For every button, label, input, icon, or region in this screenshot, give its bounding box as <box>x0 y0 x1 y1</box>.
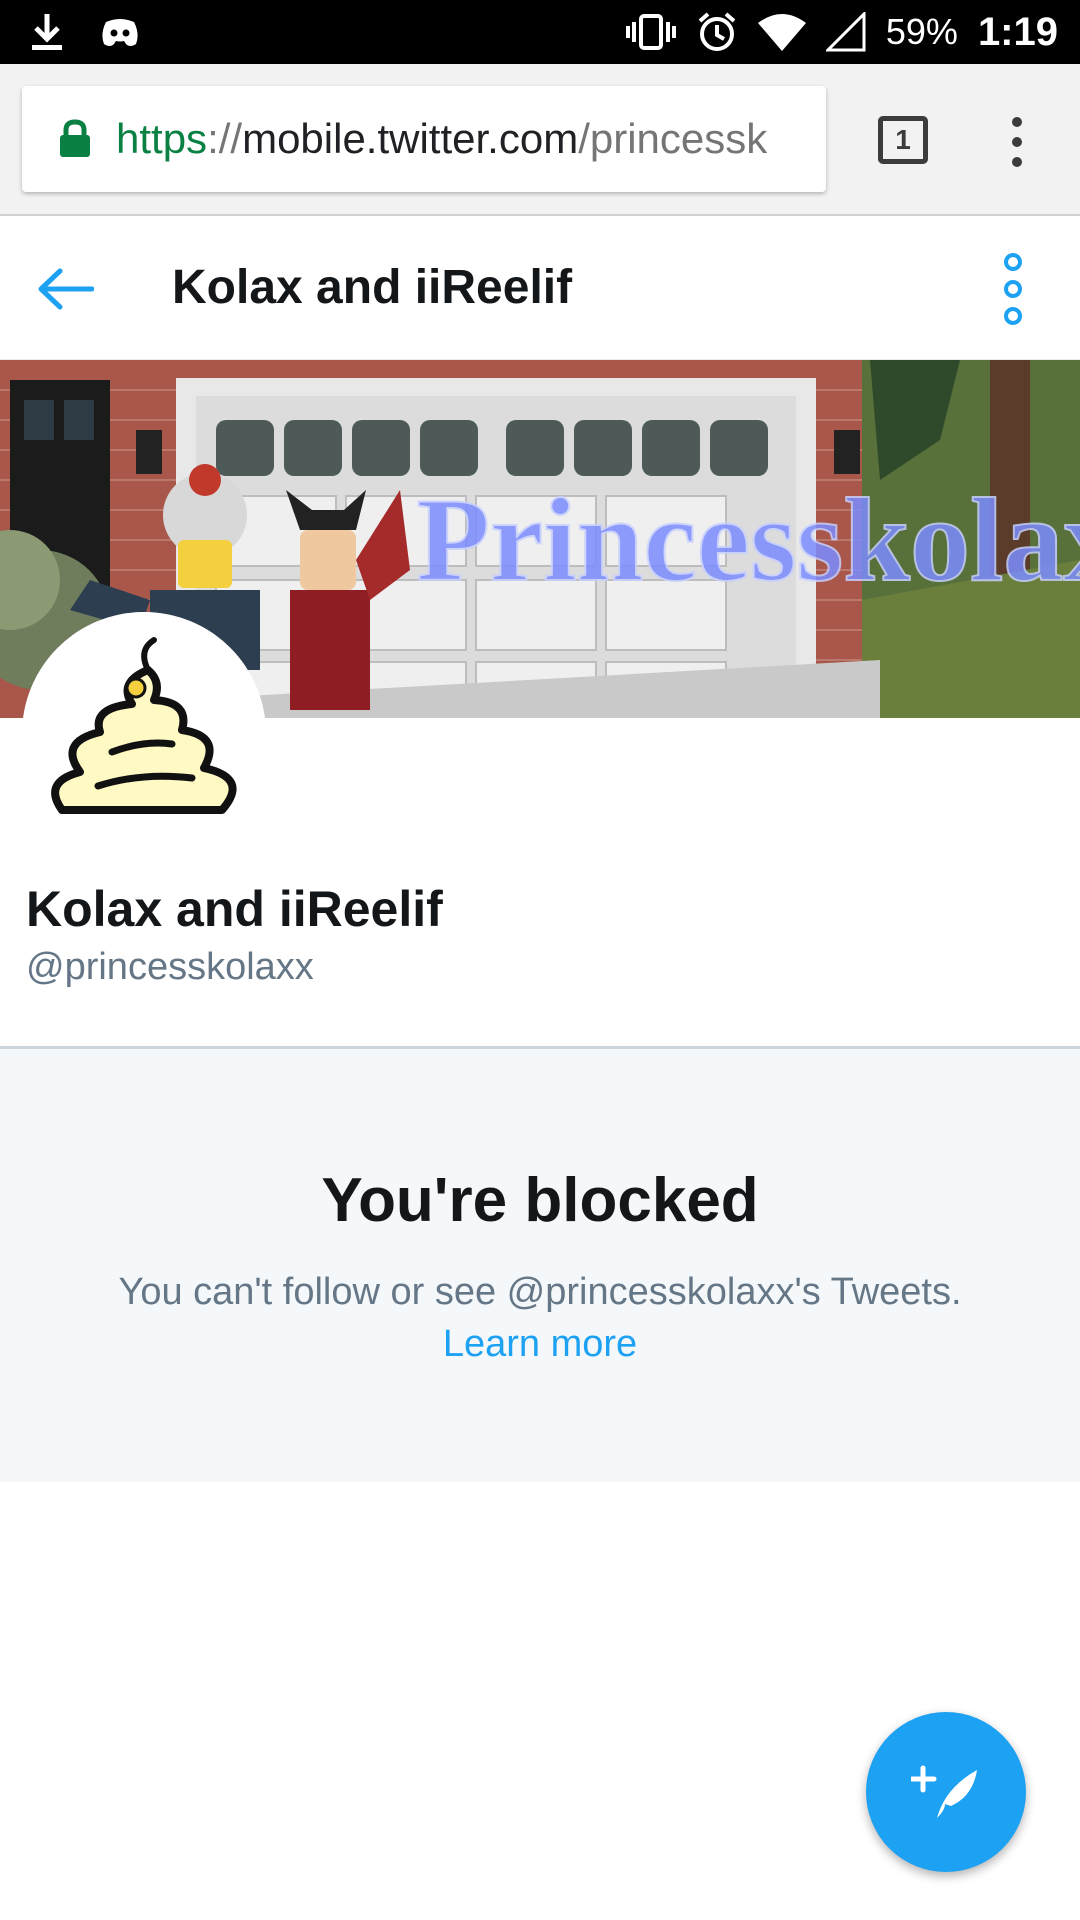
vibrate-icon <box>625 14 676 50</box>
clock: 1:19 <box>977 9 1058 54</box>
signal-icon <box>825 12 866 52</box>
avatar-image <box>22 612 266 856</box>
header-title: Kolax and iiReelif <box>172 261 573 314</box>
avatar[interactable] <box>22 612 266 856</box>
profile-header-bar: Kolax and iiReelif <box>0 218 1080 360</box>
url-separator: :// <box>207 115 243 162</box>
url-scheme: https <box>116 115 208 162</box>
tab-count: 1 <box>895 124 911 155</box>
blocked-message: You can't follow or see @princesskolaxx'… <box>118 1271 962 1313</box>
url-path: /princessk <box>578 115 768 162</box>
compose-icon <box>911 1765 977 1818</box>
wifi-icon <box>757 14 806 51</box>
blocked-title: You're blocked <box>321 1166 759 1235</box>
profile-name: Kolax and iiReelif <box>26 881 443 937</box>
back-button[interactable] <box>30 254 100 324</box>
download-icon <box>32 14 62 50</box>
profile-handle: @princesskolaxx <box>26 946 314 988</box>
more-options-icon[interactable] <box>990 252 1036 326</box>
compose-tweet-button[interactable] <box>866 1712 1026 1872</box>
battery-percent: 59% <box>885 11 958 52</box>
blocked-notice: You're blocked You can't follow or see @… <box>0 1049 1080 1482</box>
url-text: https://mobile.twitter.com/princessk <box>116 115 767 163</box>
address-bar[interactable]: https://mobile.twitter.com/princessk <box>22 86 826 192</box>
arrow-left-icon <box>38 268 94 310</box>
banner-overlay-text: Princesskolax <box>417 473 1080 606</box>
browser-menu-icon[interactable] <box>1000 116 1034 168</box>
learn-more-link[interactable]: Learn more <box>0 1323 1080 1366</box>
tab-switcher-button[interactable]: 1 <box>878 116 928 164</box>
browser-toolbar: https://mobile.twitter.com/princessk 1 <box>0 64 1080 216</box>
url-host: mobile.twitter.com <box>242 115 579 162</box>
status-bar: 59% 1:19 <box>0 0 1080 64</box>
alarm-icon <box>698 12 736 51</box>
lock-icon <box>60 119 90 157</box>
discord-icon <box>102 19 138 46</box>
